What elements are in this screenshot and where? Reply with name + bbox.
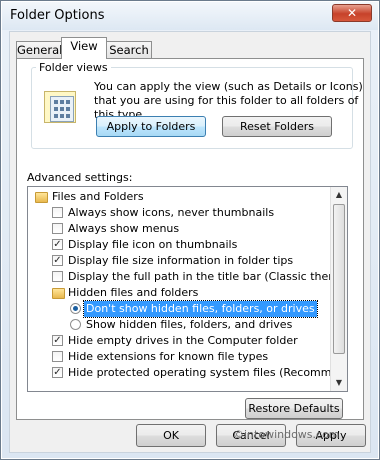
checkbox[interactable] [52, 223, 63, 234]
radio-button-selected[interactable] [70, 303, 81, 314]
tab-view[interactable]: View [61, 37, 107, 59]
scroll-down-arrow-icon[interactable]: ▼ [331, 375, 347, 391]
folder-view-icon [44, 91, 76, 123]
window-title: Folder Options [10, 8, 105, 23]
view-tab-panel: Folder views You can apply the view (suc… [16, 58, 364, 420]
checkbox-checked[interactable]: ✓ [52, 255, 63, 266]
title-bar[interactable]: Folder Options ✕ [2, 2, 378, 30]
close-icon: ✕ [346, 6, 358, 20]
watermark: ©intowindows.com [233, 428, 340, 441]
folder-views-label: Folder views [36, 61, 111, 74]
folder-icon [52, 288, 65, 299]
scroll-up-arrow-icon[interactable]: ▲ [331, 187, 347, 203]
checkbox-checked[interactable]: ✓ [52, 239, 63, 250]
folder-options-window: Folder Options ✕ General View Search Fol… [0, 0, 380, 460]
folder-views-group: Folder views You can apply the view (suc… [31, 61, 363, 149]
checkbox[interactable] [52, 351, 63, 362]
restore-defaults-button[interactable]: Restore Defaults [245, 398, 343, 419]
radio-button[interactable] [70, 319, 81, 330]
advanced-settings-tree[interactable]: Files and Folders Always show icons, nev… [27, 186, 348, 392]
advanced-settings-label: Advanced settings: [27, 171, 133, 184]
dialog-client: General View Search Folder views You can… [9, 31, 371, 453]
tab-general[interactable]: General [16, 41, 62, 58]
folder-icon [35, 192, 48, 203]
checkbox[interactable] [52, 207, 63, 218]
ok-button[interactable]: OK [136, 424, 206, 447]
checkbox-checked[interactable]: ✓ [52, 367, 63, 378]
vertical-scrollbar[interactable]: ▲ ▼ [330, 187, 347, 391]
scrollbar-thumb[interactable] [333, 204, 345, 354]
close-button[interactable]: ✕ [332, 4, 372, 22]
apply-to-folders-button[interactable]: Apply to Folders [96, 116, 206, 137]
reset-folders-button[interactable]: Reset Folders [222, 116, 332, 137]
checkbox[interactable] [52, 271, 63, 282]
checkbox-checked[interactable]: ✓ [52, 335, 63, 346]
tab-search[interactable]: Search [106, 41, 152, 58]
